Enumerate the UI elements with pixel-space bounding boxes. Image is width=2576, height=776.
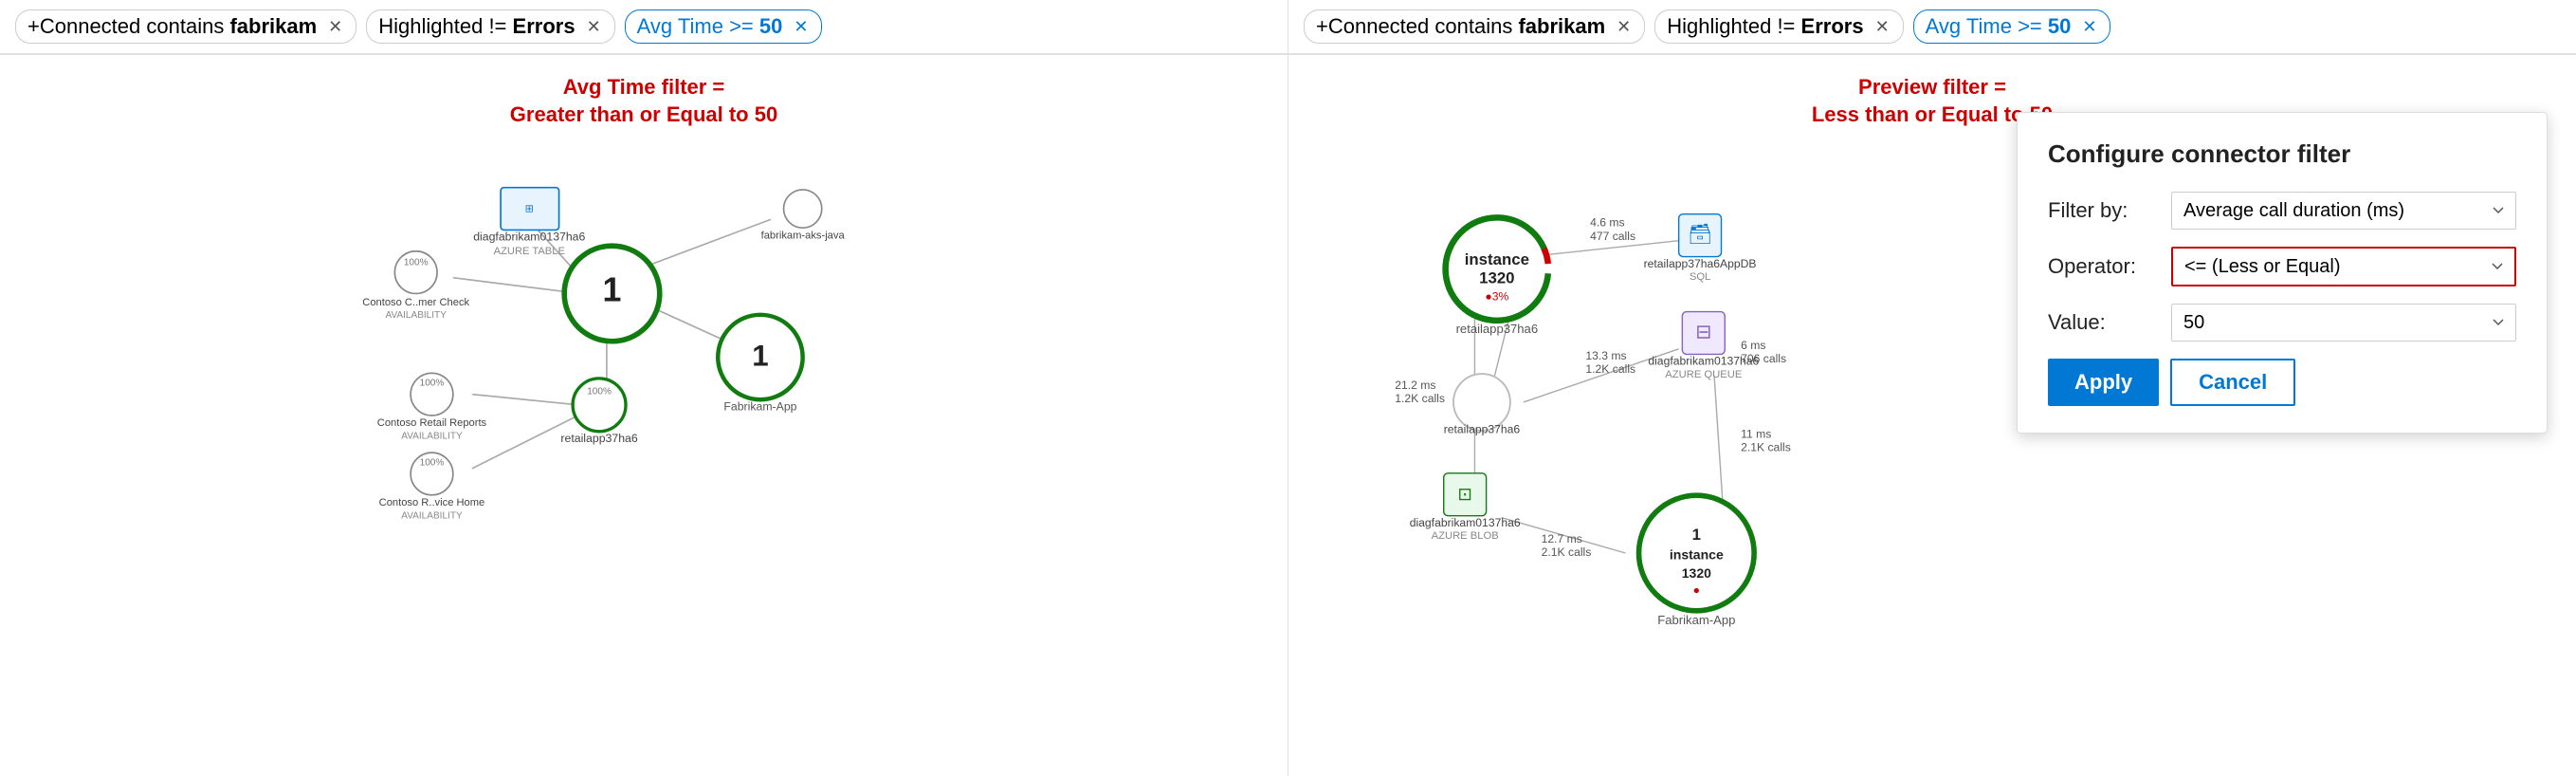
- svg-text:SQL: SQL: [1690, 271, 1710, 283]
- svg-text:⊡: ⊡: [1457, 484, 1472, 504]
- right-node-blob[interactable]: ⊡ diagfabrikam0137ha6 AZURE BLOB: [1410, 473, 1521, 542]
- svg-text:21.2 ms: 21.2 ms: [1395, 379, 1435, 392]
- svg-text:●: ●: [1693, 583, 1700, 597]
- right-filter-avgtime[interactable]: Avg Time >= 50 ✕: [1913, 9, 2111, 44]
- left-filter-avgtime-text: Avg Time >= 50: [637, 14, 783, 39]
- svg-text:AVAILABILITY: AVAILABILITY: [386, 310, 448, 321]
- svg-text:2.1K calls: 2.1K calls: [1741, 440, 1791, 453]
- right-node-retailapp[interactable]: retailapp37ha6: [1444, 374, 1521, 436]
- right-filter-connected[interactable]: +Connected contains fabrikam ✕: [1304, 9, 1645, 44]
- svg-text:AZURE QUEUE: AZURE QUEUE: [1665, 369, 1742, 380]
- left-panel: Avg Time filter = Greater than or Equal …: [0, 55, 1288, 776]
- left-node-contoso-check[interactable]: 100% Contoso C..mer Check AVAILABILITY: [362, 251, 469, 321]
- svg-text:⊞: ⊞: [525, 203, 534, 214]
- left-filter-connected-close[interactable]: ✕: [326, 17, 344, 37]
- cancel-button[interactable]: Cancel: [2170, 359, 2295, 406]
- filter-by-row: Filter by: Average call duration (ms): [2048, 192, 2516, 230]
- svg-text:11 ms: 11 ms: [1741, 427, 1771, 440]
- svg-text:fabrikam-aks-java: fabrikam-aks-java: [761, 230, 846, 241]
- left-filter-highlighted-close[interactable]: ✕: [585, 17, 603, 37]
- svg-text:1320: 1320: [1682, 565, 1711, 581]
- left-node-fabrikam-app[interactable]: 1 Fabrikam-App: [718, 315, 802, 414]
- right-filter-connected-close[interactable]: ✕: [1615, 17, 1633, 37]
- svg-text:100%: 100%: [587, 387, 612, 397]
- left-filter-highlighted[interactable]: Highlighted != Errors ✕: [366, 9, 614, 44]
- config-panel-buttons: Apply Cancel: [2048, 359, 2516, 406]
- svg-text:Contoso C..mer Check: Contoso C..mer Check: [362, 297, 469, 308]
- svg-text:Contoso Retail Reports: Contoso Retail Reports: [377, 417, 487, 429]
- svg-text:1: 1: [752, 339, 768, 372]
- svg-text:1.2K calls: 1.2K calls: [1585, 362, 1635, 376]
- svg-text:6 ms: 6 ms: [1741, 339, 1765, 352]
- svg-text:1: 1: [603, 270, 622, 308]
- svg-text:100%: 100%: [404, 257, 429, 268]
- svg-text:diagfabrikam0137ha6: diagfabrikam0137ha6: [1648, 355, 1759, 368]
- right-filter-avgtime-close[interactable]: ✕: [2080, 17, 2098, 37]
- operator-row: Operator: <= (Less or Equal): [2048, 247, 2516, 286]
- svg-text:retailapp37ha6AppDB: retailapp37ha6AppDB: [1644, 257, 1757, 270]
- svg-text:AZURE BLOB: AZURE BLOB: [1432, 530, 1499, 542]
- right-filter-connected-text: +Connected contains fabrikam: [1316, 14, 1605, 39]
- svg-text:AVAILABILITY: AVAILABILITY: [401, 510, 463, 521]
- left-node-main[interactable]: 1: [564, 246, 660, 342]
- svg-text:⊟: ⊟: [1695, 322, 1711, 343]
- left-node-retail-reports[interactable]: 100% Contoso Retail Reports AVAILABILITY: [377, 373, 487, 441]
- left-filter-highlighted-text: Highlighted != Errors: [378, 14, 575, 39]
- configure-connector-filter-panel: Configure connector filter Filter by: Av…: [2017, 112, 2548, 434]
- svg-text:🗃: 🗃: [1688, 224, 1712, 246]
- left-filter-bar: +Connected contains fabrikam ✕ Highlight…: [0, 0, 1288, 54]
- left-node-rvice-home[interactable]: 100% Contoso R..vice Home AVAILABILITY: [379, 453, 485, 521]
- right-node-sql[interactable]: 🗃 retailapp37ha6AppDB SQL: [1644, 214, 1757, 283]
- left-filter-connected[interactable]: +Connected contains fabrikam ✕: [15, 9, 356, 44]
- right-filter-highlighted-close[interactable]: ✕: [1873, 17, 1891, 37]
- svg-text:100%: 100%: [420, 458, 445, 469]
- right-panel: Preview filter = Less than or Equal to 5…: [1288, 55, 2576, 776]
- svg-text:13.3 ms: 13.3 ms: [1585, 349, 1626, 362]
- operator-select[interactable]: <= (Less or Equal): [2171, 247, 2516, 286]
- svg-text:AVAILABILITY: AVAILABILITY: [401, 432, 463, 442]
- value-row: Value: 50: [2048, 304, 2516, 342]
- svg-text:Contoso R..vice Home: Contoso R..vice Home: [379, 497, 485, 508]
- right-graph: 4.6 ms 477 calls 21.2 ms 1.2K calls 13.3…: [1288, 55, 2087, 776]
- svg-text:diagfabrikam0137ha6: diagfabrikam0137ha6: [473, 231, 585, 244]
- svg-text:AZURE TABLE: AZURE TABLE: [494, 246, 565, 257]
- svg-text:477 calls: 477 calls: [1590, 230, 1635, 243]
- left-node-diagfabrikam[interactable]: ⊞ diagfabrikam0137ha6 AZURE TABLE: [473, 188, 585, 257]
- svg-text:100%: 100%: [420, 379, 445, 389]
- svg-text:retailapp37ha6: retailapp37ha6: [560, 432, 637, 445]
- value-select[interactable]: 50: [2171, 304, 2516, 342]
- filter-by-select[interactable]: Average call duration (ms): [2171, 192, 2516, 230]
- svg-text:1320: 1320: [1479, 269, 1514, 287]
- svg-text:1: 1: [1692, 526, 1701, 544]
- svg-text:●3%: ●3%: [1485, 289, 1508, 303]
- svg-text:retailapp37ha6: retailapp37ha6: [1456, 322, 1539, 336]
- right-filter-highlighted[interactable]: Highlighted != Errors ✕: [1654, 9, 1903, 44]
- left-filter-avgtime[interactable]: Avg Time >= 50 ✕: [625, 9, 823, 44]
- svg-text:12.7 ms: 12.7 ms: [1542, 532, 1582, 545]
- svg-text:instance: instance: [1465, 250, 1529, 268]
- svg-text:diagfabrikam0137ha6: diagfabrikam0137ha6: [1410, 516, 1521, 529]
- svg-text:1.2K calls: 1.2K calls: [1395, 392, 1445, 405]
- left-filter-avgtime-close[interactable]: ✕: [792, 17, 810, 37]
- right-filter-avgtime-text: Avg Time >= 50: [1926, 14, 2072, 39]
- right-node-fabrikam-app-bottom[interactable]: 1 instance 1320 ● Fabrikam-App: [1639, 495, 1755, 627]
- left-node-retailapp[interactable]: 100% retailapp37ha6: [560, 379, 637, 445]
- svg-text:2.1K calls: 2.1K calls: [1542, 545, 1592, 559]
- right-filter-bar: +Connected contains fabrikam ✕ Highlight…: [1288, 0, 2576, 54]
- svg-text:4.6 ms: 4.6 ms: [1590, 216, 1624, 230]
- value-label: Value:: [2048, 310, 2171, 335]
- left-node-fabrikam-aks[interactable]: fabrikam-aks-java: [761, 190, 846, 241]
- svg-text:retailapp37ha6: retailapp37ha6: [1444, 423, 1521, 436]
- left-graph: ⊞ diagfabrikam0137ha6 AZURE TABLE 100% C…: [0, 55, 1288, 776]
- svg-text:Fabrikam-App: Fabrikam-App: [723, 399, 796, 413]
- svg-text:instance: instance: [1670, 547, 1724, 563]
- svg-text:Fabrikam-App: Fabrikam-App: [1657, 613, 1735, 627]
- apply-button[interactable]: Apply: [2048, 359, 2159, 406]
- right-filter-highlighted-text: Highlighted != Errors: [1667, 14, 1863, 39]
- config-panel-title: Configure connector filter: [2048, 139, 2516, 169]
- left-filter-connected-text: +Connected contains fabrikam: [27, 14, 317, 39]
- operator-label: Operator:: [2048, 254, 2171, 279]
- right-node-instance1320[interactable]: instance 1320 ●3% retailapp37ha6: [1446, 217, 1549, 336]
- filter-by-label: Filter by:: [2048, 198, 2171, 223]
